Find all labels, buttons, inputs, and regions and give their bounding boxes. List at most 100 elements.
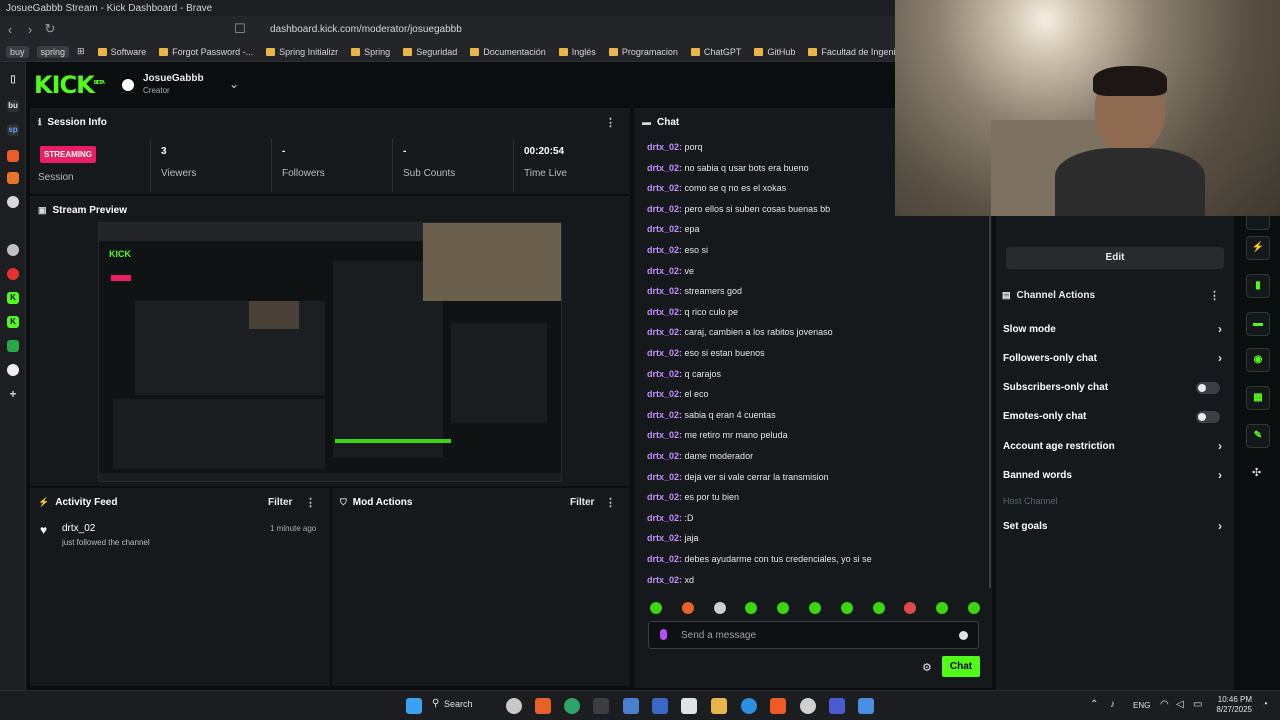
bookmark-item[interactable]: ChatGPT — [690, 47, 741, 57]
bookmark-item[interactable]: spring — [36, 45, 70, 58]
chat-message[interactable]: drtx_02: como se q no es el xokas — [647, 183, 786, 193]
chat-icon[interactable]: ▬ — [1246, 312, 1270, 336]
taskbar-search[interactable]: Search — [444, 699, 473, 709]
chat-username[interactable]: drtx_02: — [647, 533, 682, 543]
chat-message[interactable]: drtx_02: eso si — [647, 245, 708, 255]
folder-icon[interactable] — [711, 698, 727, 714]
chat-username[interactable]: drtx_02: — [647, 554, 682, 564]
chat-message[interactable]: drtx_02: deja ver si vale cerrar la tran… — [647, 472, 829, 482]
brave-icon[interactable] — [770, 698, 786, 714]
sidebar-app-buy[interactable]: bu — [7, 100, 19, 112]
chat-message[interactable]: drtx_02: no sabia q usar bots era bueno — [647, 163, 809, 173]
apps-grid-icon[interactable]: ⊞ — [77, 46, 85, 57]
toggle-switch[interactable] — [1196, 382, 1220, 394]
stream-preview-video[interactable]: KICK — [98, 222, 562, 482]
chat-username[interactable]: drtx_02: — [647, 142, 682, 152]
add-icon[interactable]: + — [7, 388, 19, 400]
sidebar-app-icon[interactable] — [7, 340, 19, 352]
chevron-right-icon[interactable]: › — [1218, 351, 1222, 365]
more-options-icon[interactable]: ⋮ — [1209, 289, 1220, 302]
emote-icon[interactable] — [872, 602, 885, 614]
bookmark-item[interactable]: Programacion — [608, 47, 678, 57]
chat-username[interactable]: drtx_02: — [647, 430, 682, 440]
bookmark-item[interactable]: Documentación — [470, 47, 546, 57]
chevron-up-icon[interactable]: ⌃ — [1090, 699, 1098, 710]
more-options-icon[interactable]: ⋮ — [305, 496, 316, 509]
chat-message[interactable]: drtx_02: jaja — [647, 533, 699, 543]
layout-icon[interactable]: ▦ — [1246, 386, 1270, 410]
chat-message[interactable]: drtx_02: :D — [647, 513, 694, 523]
emote-icon[interactable] — [745, 602, 758, 614]
chat-username[interactable]: drtx_02: — [647, 410, 682, 420]
sidebar-app-icon[interactable] — [7, 172, 19, 184]
app-icon[interactable] — [652, 698, 668, 714]
bookmark-item[interactable]: buy — [6, 45, 29, 58]
chat-message[interactable]: drtx_02: eso si estan buenos — [647, 348, 765, 358]
chat-message[interactable]: drtx_02: xd — [647, 575, 694, 585]
chat-message[interactable]: drtx_02: epa — [647, 224, 700, 234]
chat-input[interactable]: Send a message — [648, 621, 979, 649]
bookmark-item[interactable]: Facultad de Ingenie... — [808, 47, 895, 57]
chat-message[interactable]: drtx_02: q carajos — [647, 369, 721, 379]
app-icon[interactable] — [623, 698, 639, 714]
more-options-icon[interactable]: ⋮ — [605, 496, 616, 509]
gear-icon[interactable]: ⚙ — [922, 661, 932, 674]
chat-username[interactable]: drtx_02: — [647, 266, 682, 276]
chat-username[interactable]: drtx_02: — [647, 224, 682, 234]
bookmark-item[interactable]: Seguridad — [403, 47, 457, 57]
sidebar-kick-icon[interactable]: K — [7, 292, 19, 304]
notification-icon[interactable]: ◔ — [1262, 699, 1268, 710]
chat-username[interactable]: drtx_02: — [647, 327, 682, 337]
sidebar-kick-icon[interactable]: K — [7, 316, 19, 328]
chat-username[interactable]: drtx_02: — [647, 369, 682, 379]
app-icon[interactable] — [829, 698, 845, 714]
start-icon[interactable] — [406, 698, 422, 714]
chat-username[interactable]: drtx_02: — [647, 204, 682, 214]
chat-username[interactable]: drtx_02: — [647, 492, 682, 502]
chat-username[interactable]: drtx_02: — [647, 575, 682, 585]
chat-username[interactable]: drtx_02: — [647, 286, 682, 296]
wifi-icon[interactable]: ◠ — [1160, 699, 1169, 710]
chat-username[interactable]: drtx_02: — [647, 472, 682, 482]
more-options-icon[interactable]: ⋮ — [605, 116, 616, 129]
broadcast-icon[interactable]: ◉ — [1246, 348, 1270, 372]
chat-username[interactable]: drtx_02: — [647, 389, 682, 399]
microphone-icon[interactable]: ♪ — [1110, 699, 1115, 710]
filter-button[interactable]: Filter — [570, 497, 594, 508]
bookmark-item[interactable]: Inglés — [558, 47, 596, 57]
app-icon[interactable] — [506, 698, 522, 714]
bookmark-item[interactable]: Spring Initializr — [266, 47, 338, 57]
app-icon[interactable] — [535, 698, 551, 714]
chat-username[interactable]: drtx_02: — [647, 183, 682, 193]
chat-message[interactable]: drtx_02: porq — [647, 142, 703, 152]
emote-icon[interactable] — [713, 602, 726, 614]
chat-message[interactable]: drtx_02: dame moderador — [647, 451, 753, 461]
emote-icon[interactable] — [777, 602, 790, 614]
chevron-right-icon[interactable]: › — [1218, 519, 1222, 533]
language-indicator[interactable]: ENG — [1133, 701, 1150, 710]
bookmark-item[interactable]: GitHub — [754, 47, 795, 57]
toggle-switch[interactable] — [1196, 411, 1220, 423]
bookmark-item[interactable]: Software — [97, 47, 146, 57]
sidebar-app-icon[interactable] — [7, 244, 19, 256]
document-icon[interactable]: ▮ — [1246, 274, 1270, 298]
edge-icon[interactable] — [741, 698, 757, 714]
sidebar-app-icon[interactable] — [7, 268, 19, 280]
sidebar-app-icon[interactable] — [7, 196, 19, 208]
chevron-right-icon[interactable]: › — [1218, 468, 1222, 482]
chat-message[interactable]: drtx_02: q rico culo pe — [647, 307, 738, 317]
chat-message[interactable]: drtx_02: me retiro mr mano peluda — [647, 430, 788, 440]
chat-username[interactable]: drtx_02: — [647, 163, 682, 173]
chat-message[interactable]: drtx_02: el eco — [647, 389, 709, 399]
chevron-right-icon[interactable]: › — [1218, 322, 1222, 336]
url-field[interactable]: dashboard.kick.com/moderator/josuegabbb — [270, 24, 462, 35]
activity-user[interactable]: drtx_02 — [62, 523, 95, 534]
kick-logo[interactable]: KICKBETA — [34, 71, 105, 99]
settings-icon[interactable]: ✣ — [1252, 466, 1261, 479]
send-chat-button[interactable]: Chat — [942, 656, 980, 677]
emote-icon[interactable] — [904, 602, 917, 614]
sidebar-app-icon[interactable] — [7, 150, 19, 162]
reload-icon[interactable]: ↻ — [40, 21, 60, 37]
lightning-icon[interactable]: ⚡ — [1246, 236, 1270, 260]
chat-username[interactable]: drtx_02: — [647, 513, 682, 523]
